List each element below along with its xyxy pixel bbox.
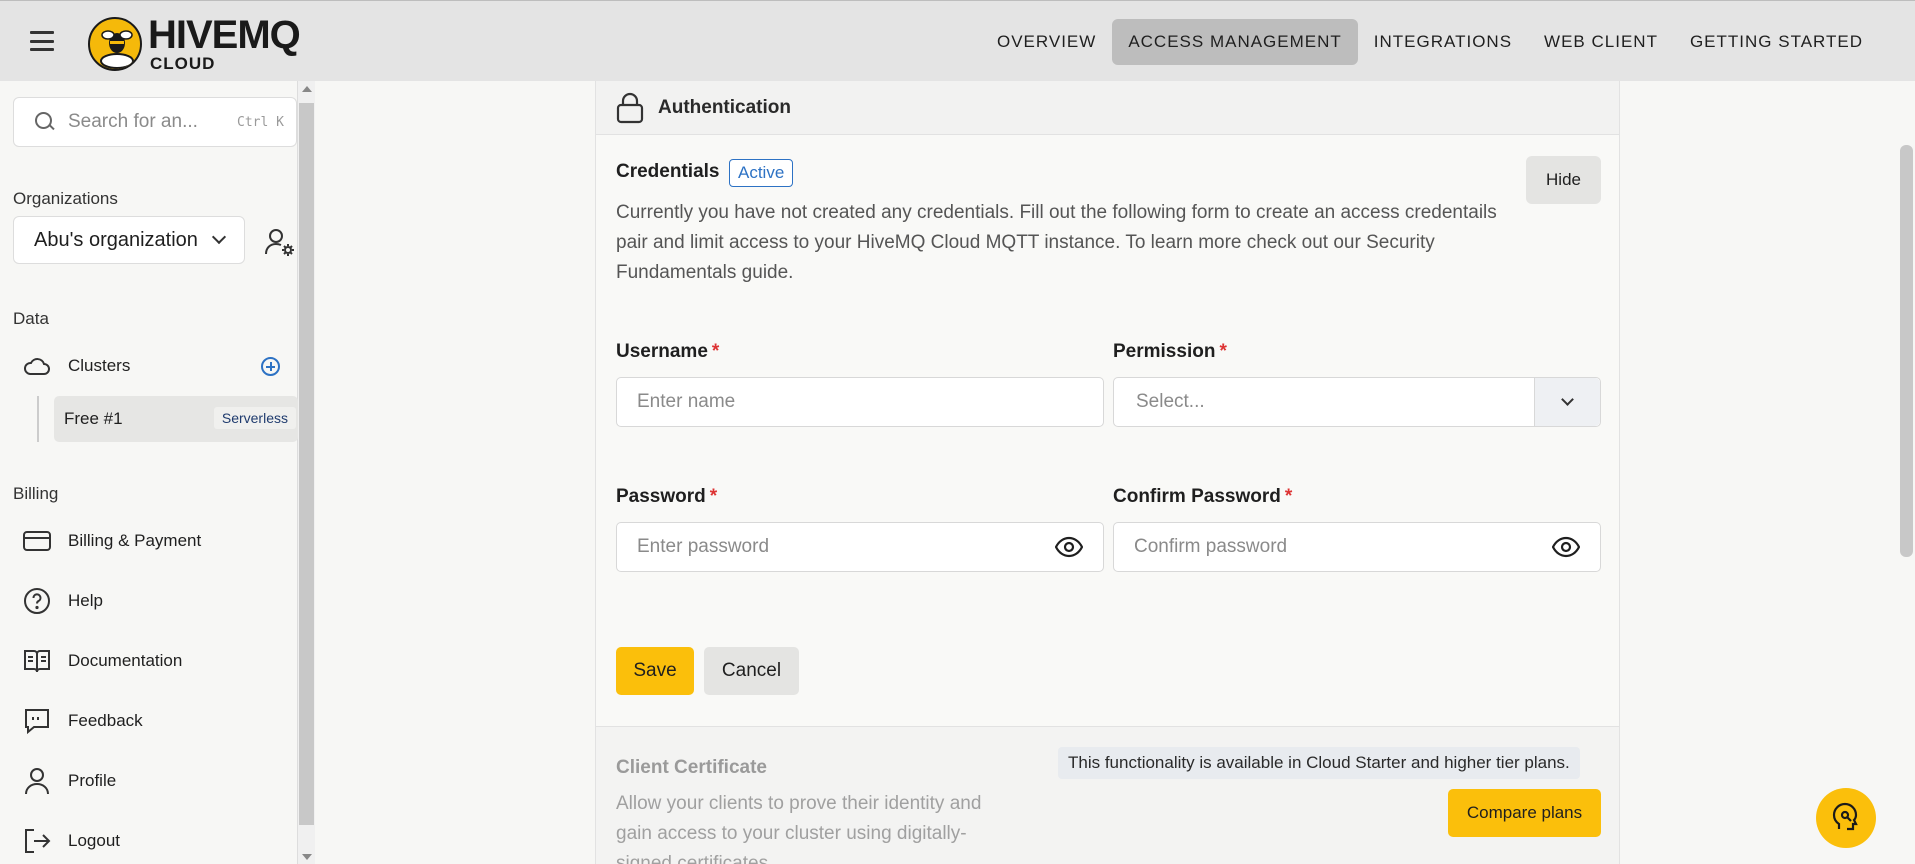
credentials-description: Currently you have not created any crede… [616,202,1497,283]
username-input[interactable]: Enter name [616,377,1104,427]
data-section-label: Data [13,309,49,328]
confirm-password-label-text: Confirm Password [1113,486,1281,507]
scroll-down-arrow-icon[interactable] [302,854,312,860]
organization-select[interactable]: Abu's organization [13,216,245,264]
add-cluster-icon[interactable] [261,357,280,376]
nav-integrations[interactable]: INTEGRATIONS [1358,19,1528,65]
permission-dropdown-toggle[interactable] [1534,378,1600,426]
user-settings-icon[interactable] [264,226,296,258]
sidebar-item-profile[interactable]: Profile [22,761,116,801]
search-icon [34,111,56,133]
search-placeholder: Search for an... [68,111,198,132]
required-mark: * [709,486,718,507]
nav-overview[interactable]: OVERVIEW [981,19,1112,65]
credit-card-icon [22,526,52,556]
confirm-password-placeholder: Confirm password [1134,536,1288,557]
username-placeholder: Enter name [637,391,736,412]
sidebar-item-help[interactable]: Help [22,581,103,621]
sidebar-item-logout[interactable]: Logout [22,821,120,861]
sidebar-item-billing[interactable]: Billing & Payment [22,521,201,561]
chevron-down-icon [1561,393,1574,406]
documentation-label: Documentation [68,651,183,670]
compare-plans-button[interactable]: Compare plans [1448,789,1601,837]
username-label: Username * [616,341,719,363]
required-mark: * [1284,486,1293,507]
permission-label-text: Permission [1113,341,1216,362]
user-icon [22,766,52,796]
authentication-panel: Authentication Credentials Active Hide C… [595,81,1620,864]
top-navigation: OVERVIEW ACCESS MANAGEMENT INTEGRATIONS … [981,19,1879,65]
chevron-down-icon [211,229,227,245]
nav-getting-started[interactable]: GETTING STARTED [1674,19,1879,65]
required-mark: * [1219,341,1227,362]
logo-sub-text: CLOUD [150,54,216,73]
username-label-text: Username [616,341,708,362]
cloud-icon [22,351,52,381]
sidebar: Search for an... Ctrl K Organizations Ab… [0,81,298,864]
client-certificate-section: Client Certificate Allow your clients to… [596,727,1619,864]
help-label: Help [68,591,103,610]
organizations-label: Organizations [13,189,118,208]
permission-placeholder: Select... [1136,391,1205,412]
password-placeholder: Enter password [637,536,770,557]
scroll-up-arrow-icon[interactable] [302,86,312,92]
permission-select[interactable]: Select... [1113,377,1601,427]
confirm-password-label: Confirm Password * [1113,486,1292,508]
book-icon [22,646,52,676]
tree-connector [37,396,39,442]
logout-icon [22,826,52,856]
panel-title: Authentication [658,96,791,118]
eye-icon[interactable] [1054,536,1084,558]
password-input[interactable]: Enter password [616,522,1104,572]
cluster-name: Free #1 [64,409,123,428]
billing-label: Billing & Payment [68,531,202,550]
save-button[interactable]: Save [616,647,694,695]
profile-label: Profile [68,771,117,790]
password-label-text: Password [616,486,706,507]
clusters-label: Clusters [68,356,131,375]
bee-logo-icon [88,16,142,71]
status-badge: Active [729,159,794,187]
required-mark: * [711,341,720,362]
feedback-label: Feedback [68,711,143,730]
credentials-title: Credentials [616,161,720,182]
client-certificate-description: Allow your clients to prove their identi… [616,793,982,864]
hivemq-logo[interactable]: HIVEMQ CLOUD [88,13,301,73]
page-scrollbar-thumb[interactable] [1900,145,1913,557]
help-assistant-icon[interactable] [1816,788,1876,848]
sidebar-scrollbar-thumb[interactable] [299,103,314,825]
eye-icon[interactable] [1551,536,1581,558]
logout-label: Logout [68,831,120,850]
search-shortcut: Ctrl K [237,115,284,130]
cancel-button[interactable]: Cancel [704,647,799,695]
permission-label: Permission * [1113,341,1227,363]
top-bar: HIVEMQ CLOUD OVERVIEW ACCESS MANAGEMENT … [0,0,1915,81]
search-input[interactable]: Search for an... Ctrl K [13,97,297,147]
organization-value: Abu's organization [34,228,198,251]
sidebar-item-feedback[interactable]: Feedback [22,701,143,741]
confirm-password-input[interactable]: Confirm password [1113,522,1601,572]
nav-web-client[interactable]: WEB CLIENT [1528,19,1674,65]
help-circle-icon [22,586,52,616]
panel-header: Authentication [596,81,1619,135]
hide-button[interactable]: Hide [1526,156,1601,204]
logo-main-text: HIVEMQ [148,13,301,57]
sidebar-item-documentation[interactable]: Documentation [22,641,182,681]
feedback-icon [22,706,52,736]
cluster-item-free-1[interactable]: Free #1 Serverless [54,396,298,442]
nav-access-management[interactable]: ACCESS MANAGEMENT [1112,19,1358,65]
password-label: Password * [616,486,717,508]
client-certificate-title: Client Certificate [616,757,767,778]
billing-section-label: Billing [13,484,59,503]
lock-icon [616,92,644,124]
plan-availability-note: This functionality is available in Cloud… [1058,747,1580,779]
serverless-badge: Serverless [213,407,296,429]
sidebar-item-clusters[interactable]: Clusters [22,346,130,386]
hamburger-menu-icon[interactable] [28,29,56,53]
